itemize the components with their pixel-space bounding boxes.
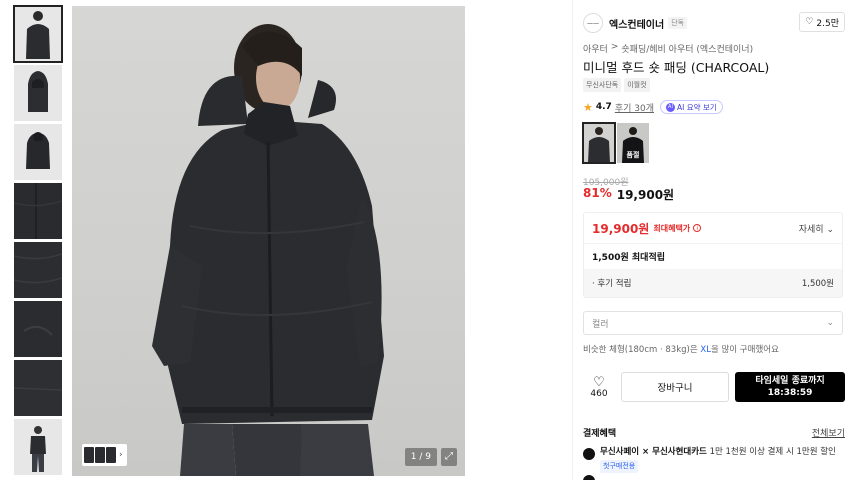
brand-name[interactable]: 엑스컨테이너 bbox=[609, 16, 664, 31]
thumbnail[interactable] bbox=[13, 5, 63, 63]
action-bar: ♡ 460 장바구니 타임세일 종료까지 18:38:59 bbox=[583, 372, 845, 402]
buy-button[interactable]: 타임세일 종료까지 18:38:59 bbox=[735, 372, 845, 402]
color-select-placeholder: 컬러 bbox=[592, 319, 609, 330]
first-purchase-tag: 첫구매전용 bbox=[600, 460, 639, 473]
badge: 이월컷 bbox=[624, 78, 650, 92]
color-swatch-charcoal[interactable] bbox=[582, 122, 616, 164]
soldout-label: 품절 bbox=[626, 151, 640, 159]
badge: 무신사단독 bbox=[583, 78, 622, 92]
review-points-label: · 후기 적립 bbox=[592, 279, 632, 289]
color-select[interactable]: 컬러 ⌄ bbox=[583, 311, 843, 335]
model-illustration bbox=[152, 24, 384, 476]
mini-thumb bbox=[106, 447, 116, 463]
main-product-image[interactable]: › 1 / 9 ⤢ bbox=[72, 6, 465, 476]
star-icon: ★ bbox=[583, 100, 593, 114]
thumbnail[interactable] bbox=[14, 183, 62, 239]
rating-row: ★ 4.7 후기 30개 AI AI 요약 보기 bbox=[583, 100, 723, 114]
payment-benefit-item-partial bbox=[583, 474, 845, 480]
mini-thumb bbox=[95, 447, 105, 463]
mini-thumb bbox=[84, 447, 94, 463]
product-info-panel: —— 엑스컨테이너 단독 ♡ 2.5만 아우터 > 숏패딩/헤비 아우터 (엑스… bbox=[572, 0, 850, 480]
image-counter: 1 / 9 bbox=[404, 448, 437, 466]
benefit-label: 최대혜택가 bbox=[653, 223, 691, 233]
discount-rate: 81% bbox=[583, 186, 612, 200]
payment-benefits-title: 결제혜택 bbox=[583, 429, 617, 439]
points-row: 1,500원 최대적립 bbox=[584, 243, 842, 269]
ai-summary-label: AI 요약 보기 bbox=[676, 102, 717, 112]
payment-benefit-item: 무신사페이 × 무신사현대카드 1만 1천원 이상 결제 시 1만원 할인 첫구… bbox=[583, 447, 845, 473]
benefit-price: 19,900원 bbox=[592, 221, 650, 236]
thumbnail[interactable] bbox=[14, 301, 62, 357]
chevron-down-icon: ⌄ bbox=[826, 224, 834, 235]
heart-icon: ♡ bbox=[805, 17, 814, 27]
thumbnail[interactable] bbox=[14, 419, 62, 475]
badge-row: 무신사단독 이월컷 bbox=[583, 78, 650, 92]
payment-benefits-more-link[interactable]: 전체보기 bbox=[812, 426, 845, 439]
cart-button[interactable]: 장바구니 bbox=[621, 372, 729, 402]
wishlist-button[interactable]: ♡ 460 bbox=[583, 372, 615, 402]
breadcrumb: 아우터 > 숏패딩/헤비 아우터 (엑스컨테이너) bbox=[583, 42, 753, 55]
rating-value: 4.7 bbox=[595, 102, 612, 112]
info-icon[interactable]: i bbox=[693, 224, 702, 232]
thumbnail[interactable] bbox=[14, 124, 62, 180]
sale-price: 19,900원 bbox=[616, 188, 675, 202]
color-swatch-black[interactable]: 품절 bbox=[617, 123, 649, 163]
timesale-countdown: 18:38:59 bbox=[767, 388, 813, 398]
heart-icon: ♡ bbox=[593, 374, 605, 390]
payment-benefit-name: 무신사페이 × 무신사현대카드 bbox=[600, 447, 707, 457]
review-points-amount: 1,500원 bbox=[801, 279, 834, 289]
brand-logo[interactable]: —— bbox=[583, 13, 603, 33]
benefit-detail-link[interactable]: 자세히 ⌄ bbox=[799, 222, 834, 235]
like-count: 2.5만 bbox=[816, 18, 839, 29]
thumbnail[interactable] bbox=[14, 242, 62, 298]
expand-icon[interactable]: ⤢ bbox=[441, 448, 457, 466]
thumbnail-list bbox=[13, 5, 63, 478]
breadcrumb-item[interactable]: 아우터 bbox=[583, 42, 608, 55]
musinsa-pay-logo bbox=[583, 448, 595, 460]
color-swatches: 품절 bbox=[582, 122, 649, 164]
benefit-header[interactable]: 19,900원 최대혜택가 i 자세히 ⌄ bbox=[584, 213, 842, 243]
exclusive-tag: 단독 bbox=[668, 17, 688, 29]
mini-thumbnail-strip[interactable]: › bbox=[82, 444, 127, 466]
breadcrumb-separator: > bbox=[610, 42, 619, 52]
breadcrumb-item[interactable]: 숏패딩/헤비 아우터 (엑스컨테이너) bbox=[621, 42, 753, 55]
chevron-right-icon: › bbox=[119, 450, 123, 460]
price-row: 81% 19,900원 bbox=[583, 186, 674, 203]
review-points-row: · 후기 적립 1,500원 bbox=[584, 269, 842, 297]
chevron-down-icon: ⌄ bbox=[826, 318, 834, 328]
wishlist-count: 460 bbox=[590, 388, 608, 399]
payment-logo bbox=[583, 475, 595, 480]
thumbnail[interactable] bbox=[14, 360, 62, 416]
brand-like-button[interactable]: ♡ 2.5만 bbox=[799, 12, 845, 32]
size-hint-size: XL bbox=[700, 345, 711, 355]
brand-row: —— 엑스컨테이너 단독 ♡ 2.5만 bbox=[583, 12, 845, 34]
size-hint: 비슷한 체형(180cm · 83kg)은 XL을 많이 구매했어요 bbox=[583, 345, 779, 355]
timesale-label: 타임세일 종료까지 bbox=[755, 376, 825, 386]
review-link[interactable]: 후기 30개 bbox=[615, 101, 654, 114]
ai-icon: AI bbox=[665, 102, 675, 112]
payment-benefit-desc: 1만 1천원 이상 결제 시 1만원 할인 bbox=[706, 447, 836, 457]
thumbnail[interactable] bbox=[14, 65, 62, 121]
ai-summary-button[interactable]: AI AI 요약 보기 bbox=[659, 100, 723, 114]
payment-benefits-header: 결제혜택 전체보기 bbox=[583, 426, 845, 439]
max-benefit-box: 19,900원 최대혜택가 i 자세히 ⌄ 1,500원 최대적립 · 후기 적… bbox=[583, 212, 843, 298]
product-title: 미니멀 후드 숏 패딩 (CHARCOAL) bbox=[583, 60, 770, 75]
